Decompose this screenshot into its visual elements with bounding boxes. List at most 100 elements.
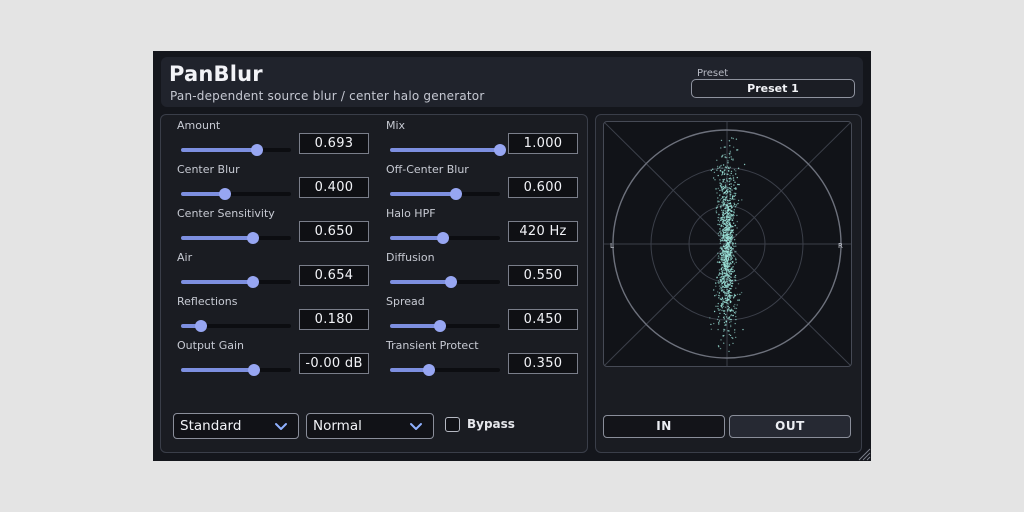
scope-sample-point — [725, 212, 727, 214]
transient-protect-slider[interactable] — [390, 364, 500, 376]
diffusion-slider[interactable] — [390, 276, 500, 288]
slider-thumb[interactable] — [194, 320, 207, 332]
scope-sample-point — [728, 333, 730, 336]
slider-thumb[interactable] — [422, 364, 435, 376]
scope-sample-point — [734, 203, 736, 206]
diffusion-value-field[interactable]: 0.550 — [508, 265, 578, 286]
scope-sample-point — [730, 257, 732, 259]
off-center-blur-value-field[interactable]: 0.600 — [508, 177, 578, 198]
reflections-value-field[interactable]: 0.180 — [299, 309, 369, 330]
scope-sample-point — [735, 204, 738, 206]
scope-sample-point — [710, 169, 712, 172]
scope-sample-point — [721, 188, 724, 190]
spread-slider[interactable] — [390, 320, 500, 332]
amount-slider[interactable] — [181, 144, 291, 156]
scope-sample-point — [730, 320, 732, 323]
scope-sample-point — [734, 274, 737, 277]
slider-thumb[interactable] — [444, 276, 457, 288]
scope-sample-point — [728, 316, 730, 319]
scope-sample-point — [724, 199, 727, 202]
chevron-down-icon — [410, 423, 422, 430]
scope-sample-point — [713, 322, 715, 325]
halo-hpf-slider[interactable] — [390, 232, 500, 244]
mix-value-field[interactable]: 1.000 — [508, 133, 578, 154]
scope-sample-point — [735, 173, 737, 175]
scope-sample-point — [726, 239, 728, 241]
center-sensitivity-value-field[interactable]: 0.650 — [299, 221, 369, 242]
air-value-field[interactable]: 0.654 — [299, 265, 369, 286]
preset-selector[interactable]: Preset 1 — [691, 79, 855, 98]
mix-slider[interactable] — [390, 144, 506, 156]
slider-thumb[interactable] — [219, 188, 231, 200]
off-center-blur-slider[interactable] — [390, 188, 500, 200]
bypass-label[interactable]: Bypass — [467, 417, 515, 431]
scope-sample-point — [723, 342, 725, 344]
scope-sample-point — [727, 302, 729, 304]
param-center-sensitivity: Center Sensitivity 0.650 — [177, 207, 377, 251]
scope-sample-point — [724, 182, 726, 184]
scope-sample-point — [723, 328, 725, 331]
center-blur-value-field[interactable]: 0.400 — [299, 177, 369, 198]
scope-sample-point — [725, 321, 728, 323]
slider-fill — [181, 236, 253, 240]
scope-sample-point — [732, 310, 734, 312]
scope-sample-point — [723, 312, 725, 315]
center-sensitivity-slider[interactable] — [181, 232, 291, 244]
scope-sample-point — [728, 262, 730, 265]
scope-sample-point — [725, 278, 727, 280]
slider-thumb[interactable] — [246, 232, 259, 244]
param-halo-hpf: Halo HPF 420 Hz — [386, 207, 586, 251]
param-center-blur: Center Blur 0.400 — [177, 163, 377, 207]
scope-sample-point — [730, 170, 733, 173]
quality-dropdown[interactable]: Normal — [306, 413, 434, 439]
plugin-title: PanBlur — [169, 62, 263, 86]
scope-sample-point — [724, 293, 726, 295]
scope-sample-point — [740, 291, 743, 294]
scope-sample-point — [723, 316, 725, 318]
center-blur-slider[interactable] — [181, 188, 291, 200]
slider-thumb[interactable] — [436, 232, 449, 244]
scope-sample-point — [728, 167, 730, 170]
halo-hpf-value-field[interactable]: 420 Hz — [508, 221, 578, 242]
scope-sample-point — [720, 264, 723, 266]
scope-sample-point — [720, 279, 723, 282]
scope-sample-point — [725, 234, 727, 236]
slider-fill — [390, 236, 443, 240]
scope-sample-point — [714, 179, 716, 181]
scope-sample-point — [722, 240, 724, 242]
scope-sample-point — [728, 208, 731, 210]
spread-value-field[interactable]: 0.450 — [508, 309, 578, 330]
scope-sample-point — [736, 293, 739, 296]
mode-dropdown[interactable]: Standard — [173, 413, 299, 439]
scope-sample-point — [720, 197, 723, 200]
amount-value-field[interactable]: 0.693 — [299, 133, 369, 154]
transient-protect-value-field[interactable]: 0.350 — [508, 353, 578, 374]
out-button[interactable]: OUT — [729, 415, 851, 438]
scope-sample-point — [715, 210, 717, 212]
slider-thumb[interactable] — [251, 144, 264, 156]
scope-sample-point — [730, 232, 732, 234]
scope-sample-point — [733, 245, 735, 248]
air-slider[interactable] — [181, 276, 291, 288]
slider-thumb[interactable] — [247, 364, 260, 376]
scope-sample-point — [734, 242, 737, 245]
in-button[interactable]: IN — [603, 415, 725, 438]
scope-sample-point — [727, 236, 729, 239]
reflections-slider[interactable] — [181, 320, 291, 332]
output-gain-value-field[interactable]: -0.00 dB — [299, 353, 369, 374]
scope-sample-point — [721, 230, 724, 232]
slider-thumb[interactable] — [433, 320, 446, 332]
slider-thumb[interactable] — [246, 276, 259, 288]
scope-sample-point — [725, 265, 728, 267]
output-gain-slider[interactable] — [181, 364, 291, 376]
resize-grip-icon[interactable] — [854, 444, 871, 461]
bypass-checkbox[interactable] — [445, 417, 460, 432]
scope-sample-point — [728, 344, 731, 346]
scope-sample-point — [728, 229, 730, 231]
slider-thumb[interactable] — [494, 144, 506, 156]
scope-sample-point — [734, 276, 737, 279]
slider-thumb[interactable] — [450, 188, 462, 200]
scope-sample-point — [726, 252, 728, 254]
scope-sample-point — [728, 291, 730, 294]
scope-sample-point — [733, 239, 736, 241]
